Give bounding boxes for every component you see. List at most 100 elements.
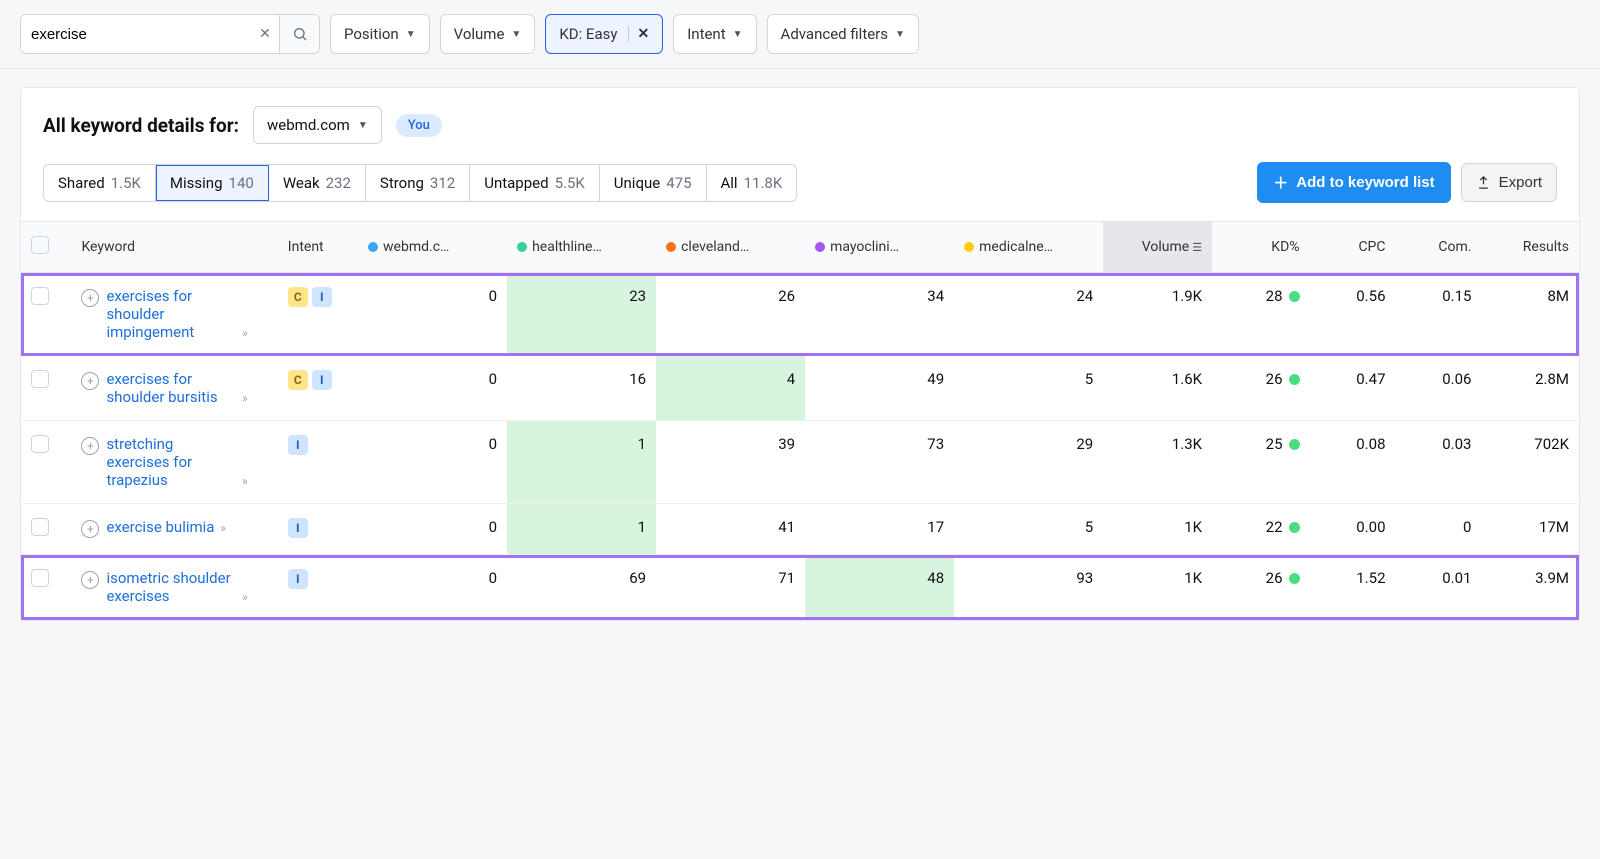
cell-kd: 22 <box>1212 504 1309 555</box>
intent-filter[interactable]: Intent▼ <box>673 14 756 54</box>
checkbox[interactable] <box>31 370 49 388</box>
checkbox[interactable] <box>31 569 49 587</box>
advanced-filter[interactable]: Advanced filters▼ <box>767 14 919 54</box>
expand-icon[interactable]: + <box>81 372 99 390</box>
segment-untapped[interactable]: Untapped 5.5K <box>470 165 600 201</box>
col-competitor-0[interactable]: webmd.c… <box>358 222 507 273</box>
close-icon[interactable]: ✕ <box>628 26 649 42</box>
segment-missing[interactable]: Missing 140 <box>156 165 269 201</box>
expand-icon[interactable]: + <box>81 289 99 307</box>
cell-competitor-1: 16 <box>507 356 656 421</box>
col-volume[interactable]: Volume☰ <box>1103 222 1212 273</box>
cell-competitor-3: 73 <box>805 421 954 504</box>
kd-dot-icon <box>1289 439 1300 450</box>
cell-checkbox <box>21 421 71 504</box>
search-input[interactable] <box>21 18 251 51</box>
cell-volume: 1K <box>1103 504 1212 555</box>
search-wrap: ✕ <box>20 14 320 54</box>
keyword-link[interactable]: exercise bulimia <box>106 518 214 536</box>
keyword-link[interactable]: exercises for shoulder bursitis <box>106 370 236 406</box>
checkbox[interactable] <box>31 236 49 254</box>
cell-intent: CI <box>278 356 358 421</box>
cell-kd: 26 <box>1212 356 1309 421</box>
cell-competitor-2: 4 <box>656 356 805 421</box>
segment-group: Shared 1.5KMissing 140Weak 232Strong 312… <box>43 164 797 202</box>
col-competitor-4[interactable]: medicalne… <box>954 222 1103 273</box>
col-cpc[interactable]: CPC <box>1310 222 1396 273</box>
search-icon[interactable] <box>279 15 319 53</box>
segment-strong[interactable]: Strong 312 <box>366 165 470 201</box>
cell-checkbox <box>21 504 71 555</box>
cell-keyword: + isometric shoulder exercises » <box>71 555 277 620</box>
cell-results: 702K <box>1481 421 1579 504</box>
cell-competitor-2: 26 <box>656 273 805 356</box>
kd-filter[interactable]: KD: Easy ✕ <box>545 14 663 54</box>
cell-volume: 1.6K <box>1103 356 1212 421</box>
col-intent[interactable]: Intent <box>278 222 358 273</box>
col-com[interactable]: Com. <box>1396 222 1482 273</box>
domain-label: webmd.com <box>267 116 350 134</box>
segment-shared[interactable]: Shared 1.5K <box>44 165 156 201</box>
advanced-label: Advanced filters <box>781 25 888 43</box>
checkbox[interactable] <box>31 518 49 536</box>
table-row: +isometric shoulder exercises »I06971489… <box>21 555 1579 620</box>
keyword-link[interactable]: exercises for shoulder impingement <box>106 287 236 341</box>
dot-icon <box>368 242 378 252</box>
cell-com: 0.03 <box>1396 421 1482 504</box>
intent-badge-i: I <box>312 370 332 390</box>
expand-icon[interactable]: + <box>81 520 99 538</box>
chevron-right-icon: » <box>242 326 248 340</box>
domain-select[interactable]: webmd.com ▼ <box>253 106 382 144</box>
cell-com: 0 <box>1396 504 1482 555</box>
dot-icon <box>964 242 974 252</box>
chevron-right-icon: » <box>242 590 248 604</box>
keyword-link[interactable]: isometric shoulder exercises <box>106 569 236 605</box>
col-results[interactable]: Results <box>1481 222 1579 273</box>
col-kd[interactable]: KD% <box>1212 222 1309 273</box>
keyword-link[interactable]: stretching exercises for trapezius <box>106 435 236 489</box>
segment-count: 140 <box>229 174 254 192</box>
col-competitor-1[interactable]: healthline… <box>507 222 656 273</box>
cell-kd: 28 <box>1212 273 1309 356</box>
position-filter[interactable]: Position▼ <box>330 14 430 54</box>
volume-filter[interactable]: Volume▼ <box>440 14 536 54</box>
export-button[interactable]: Export <box>1461 163 1557 202</box>
segment-label: Missing <box>170 174 223 192</box>
cell-intent: I <box>278 421 358 504</box>
cell-cpc: 0.00 <box>1310 504 1396 555</box>
cell-com: 0.06 <box>1396 356 1482 421</box>
results-panel: All keyword details for: webmd.com▼ You … <box>20 87 1580 621</box>
cell-competitor-3: 34 <box>805 273 954 356</box>
cell-results: 17M <box>1481 504 1579 555</box>
segment-weak[interactable]: Weak 232 <box>269 165 366 201</box>
add-to-keyword-list-button[interactable]: ＋Add to keyword list <box>1257 162 1450 203</box>
segment-all[interactable]: All 11.8K <box>707 165 797 201</box>
add-label: Add to keyword list <box>1296 174 1434 191</box>
cell-kd: 26 <box>1212 555 1309 620</box>
kd-label: KD: Easy <box>559 25 617 43</box>
col-competitor-3[interactable]: mayoclini… <box>805 222 954 273</box>
chevron-down-icon: ▼ <box>358 120 368 131</box>
clear-icon[interactable]: ✕ <box>251 26 279 42</box>
sort-icon: ☰ <box>1192 241 1202 254</box>
cell-competitor-3: 48 <box>805 555 954 620</box>
dot-icon <box>815 242 825 252</box>
table-body: + exercises for shoulder impingement » CI 0… <box>21 273 1579 620</box>
cell-competitor-4: 5 <box>954 356 1103 421</box>
segment-unique[interactable]: Unique 475 <box>600 165 707 201</box>
cell-competitor-1: 1 <box>507 421 656 504</box>
cell-competitor-4: 24 <box>954 273 1103 356</box>
expand-icon[interactable]: + <box>81 437 99 455</box>
dot-icon <box>666 242 676 252</box>
table-row: +exercises for shoulder impingement »CI0… <box>21 273 1579 356</box>
checkbox[interactable] <box>31 287 49 305</box>
cell-volume: 1K <box>1103 555 1212 620</box>
cell-cpc: 0.08 <box>1310 421 1396 504</box>
col-keyword[interactable]: Keyword <box>71 222 277 273</box>
cell-volume: 1.9K <box>1103 273 1212 356</box>
expand-icon[interactable]: + <box>81 571 99 589</box>
checkbox[interactable] <box>31 435 49 453</box>
export-label: Export <box>1499 174 1542 191</box>
col-competitor-2[interactable]: cleveland… <box>656 222 805 273</box>
cell-intent: CI <box>278 273 358 356</box>
